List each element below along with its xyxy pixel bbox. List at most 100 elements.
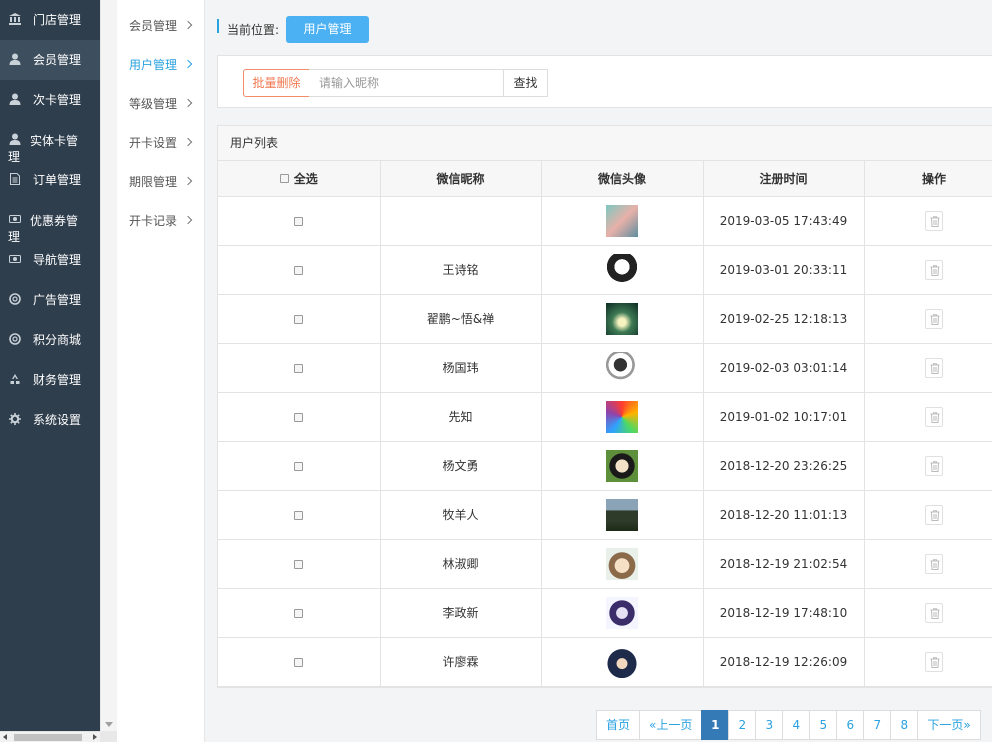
coupon-icon bbox=[9, 253, 21, 265]
trash-icon bbox=[930, 362, 940, 374]
delete-button[interactable] bbox=[925, 308, 943, 329]
bank-icon bbox=[9, 13, 21, 25]
registered-time-cell: 2018-12-19 21:02:54 bbox=[702, 538, 865, 589]
sidebar-horizontal-scrollbar[interactable] bbox=[0, 731, 100, 742]
next-page-link[interactable]: 下一页» bbox=[917, 710, 981, 740]
delete-button[interactable] bbox=[925, 455, 943, 476]
sidebar-vertical-scrollbar[interactable] bbox=[100, 0, 117, 731]
delete-button[interactable] bbox=[925, 210, 943, 231]
select-all-checkbox[interactable] bbox=[279, 173, 289, 183]
sidebar-item-points-mall[interactable]: 积分商城 bbox=[0, 320, 100, 360]
delete-button[interactable] bbox=[925, 602, 943, 623]
sidebar-item-label: 广告管理 bbox=[33, 293, 82, 307]
batch-delete-button[interactable]: 批量删除 bbox=[243, 69, 310, 97]
page-link-7[interactable]: 7 bbox=[863, 710, 892, 740]
registered-time-cell: 2018-12-19 12:26:09 bbox=[702, 636, 865, 687]
registered-time-cell: 2019-02-03 03:01:14 bbox=[702, 342, 865, 393]
pagination: 首页 «上一页 1 2 3 4 5 6 7 8 下一页» bbox=[596, 710, 981, 742]
recycle-icon bbox=[9, 373, 21, 385]
table-row: 先知 2019-01-02 10:17:01 bbox=[218, 391, 992, 442]
page-link-2[interactable]: 2 bbox=[728, 710, 757, 740]
submenu-item-user-management[interactable]: 用户管理 bbox=[117, 39, 204, 78]
row-checkbox[interactable] bbox=[294, 657, 304, 667]
submenu-item-term-management[interactable]: 期限管理 bbox=[117, 156, 204, 195]
chevron-right-icon bbox=[183, 20, 193, 30]
submenu-item-card-records[interactable]: 开卡记录 bbox=[117, 195, 204, 234]
delete-button[interactable] bbox=[925, 504, 943, 525]
submenu-item-member-management[interactable]: 会员管理 bbox=[117, 0, 204, 39]
registered-time-cell: 2019-03-01 20:33:11 bbox=[702, 244, 865, 295]
row-select-cell bbox=[218, 195, 381, 246]
row-checkbox[interactable] bbox=[294, 216, 304, 226]
trash-icon bbox=[930, 313, 940, 325]
row-checkbox[interactable] bbox=[294, 265, 304, 275]
row-checkbox[interactable] bbox=[294, 363, 304, 373]
trash-icon bbox=[930, 264, 940, 276]
avatar-cell bbox=[540, 440, 704, 491]
sidebar-item-label: 财务管理 bbox=[33, 373, 82, 387]
first-page-link[interactable]: 首页 bbox=[596, 710, 641, 740]
column-header: 注册时间 bbox=[702, 161, 865, 197]
submenu-item-label: 用户管理 bbox=[129, 58, 178, 72]
delete-button[interactable] bbox=[925, 357, 943, 378]
submenu-item-card-settings[interactable]: 开卡设置 bbox=[117, 117, 204, 156]
find-button[interactable]: 查找 bbox=[503, 69, 548, 97]
sidebar-item-label: 次卡管理 bbox=[33, 93, 82, 107]
breadcrumb-current-button[interactable]: 用户管理 bbox=[286, 16, 369, 43]
table-row: 牧羊人 2018-12-20 11:01:13 bbox=[218, 489, 992, 540]
delete-button[interactable] bbox=[925, 406, 943, 427]
nickname-cell: 杨文勇 bbox=[379, 440, 542, 491]
breadcrumb-marker bbox=[217, 19, 219, 33]
page-link-8[interactable]: 8 bbox=[890, 710, 919, 740]
main-content: 当前位置: 用户管理 批量删除 查找 用户列表 全选 微信昵称 微信头像 注册时… bbox=[206, 0, 992, 742]
delete-button[interactable] bbox=[925, 259, 943, 280]
page-link-5[interactable]: 5 bbox=[809, 710, 838, 740]
sidebar-item-settings[interactable]: 系统设置 bbox=[0, 400, 100, 440]
sidebar-item-navigation[interactable]: 导航管理 bbox=[0, 240, 100, 280]
row-checkbox[interactable] bbox=[294, 510, 304, 520]
prev-page-link[interactable]: «上一页 bbox=[639, 710, 703, 740]
registered-time-cell: 2019-02-25 12:18:13 bbox=[702, 293, 865, 344]
submenu: 会员管理 用户管理 等级管理 开卡设置 期限管理 开卡记录 bbox=[117, 0, 205, 742]
page-link-1[interactable]: 1 bbox=[701, 710, 730, 740]
row-checkbox[interactable] bbox=[294, 412, 304, 422]
page-link-4[interactable]: 4 bbox=[782, 710, 811, 740]
delete-button[interactable] bbox=[925, 651, 943, 672]
action-cell bbox=[863, 489, 992, 540]
scroll-left-arrow-icon[interactable] bbox=[3, 734, 7, 740]
row-checkbox[interactable] bbox=[294, 559, 304, 569]
avatar-cell bbox=[540, 636, 704, 687]
sidebar-item-punch-cards[interactable]: 次卡管理 bbox=[0, 80, 100, 120]
row-select-cell bbox=[218, 587, 381, 638]
sidebar-item-finance[interactable]: 财务管理 bbox=[0, 360, 100, 400]
scroll-right-arrow-icon[interactable] bbox=[93, 734, 97, 740]
submenu-item-level-management[interactable]: 等级管理 bbox=[117, 78, 204, 117]
lifebuoy-icon bbox=[9, 333, 21, 345]
sidebar-item-ads[interactable]: 广告管理 bbox=[0, 280, 100, 320]
row-checkbox[interactable] bbox=[294, 461, 304, 471]
nickname-search-input[interactable] bbox=[309, 69, 504, 97]
page-link-3[interactable]: 3 bbox=[755, 710, 784, 740]
submenu-item-label: 开卡记录 bbox=[129, 214, 178, 228]
table-row: 翟鹏~悟&禅 2019-02-25 12:18:13 bbox=[218, 293, 992, 344]
sidebar-item-orders[interactable]: 订单管理 bbox=[0, 160, 100, 200]
avatar bbox=[606, 204, 638, 237]
page-link-6[interactable]: 6 bbox=[836, 710, 865, 740]
sidebar-item-stores[interactable]: 门店管理 bbox=[0, 0, 100, 40]
delete-button[interactable] bbox=[925, 553, 943, 574]
chevron-right-icon bbox=[183, 98, 193, 108]
sidebar-item-members[interactable]: 会员管理 bbox=[0, 40, 100, 80]
sidebar-item-coupons[interactable]: 优惠券管理 bbox=[0, 200, 100, 244]
nickname-cell bbox=[379, 195, 542, 246]
avatar-cell bbox=[540, 587, 704, 638]
avatar bbox=[606, 449, 638, 482]
action-cell bbox=[863, 244, 992, 295]
trash-icon bbox=[930, 558, 940, 570]
sidebar-item-physical-cards[interactable]: 实体卡管理 bbox=[0, 120, 100, 164]
user-icon bbox=[9, 53, 21, 65]
scroll-down-arrow-icon[interactable] bbox=[105, 722, 113, 727]
select-all-header[interactable]: 全选 bbox=[218, 161, 381, 197]
scrollbar-thumb[interactable] bbox=[14, 734, 82, 741]
row-checkbox[interactable] bbox=[294, 314, 304, 324]
row-checkbox[interactable] bbox=[294, 608, 304, 618]
